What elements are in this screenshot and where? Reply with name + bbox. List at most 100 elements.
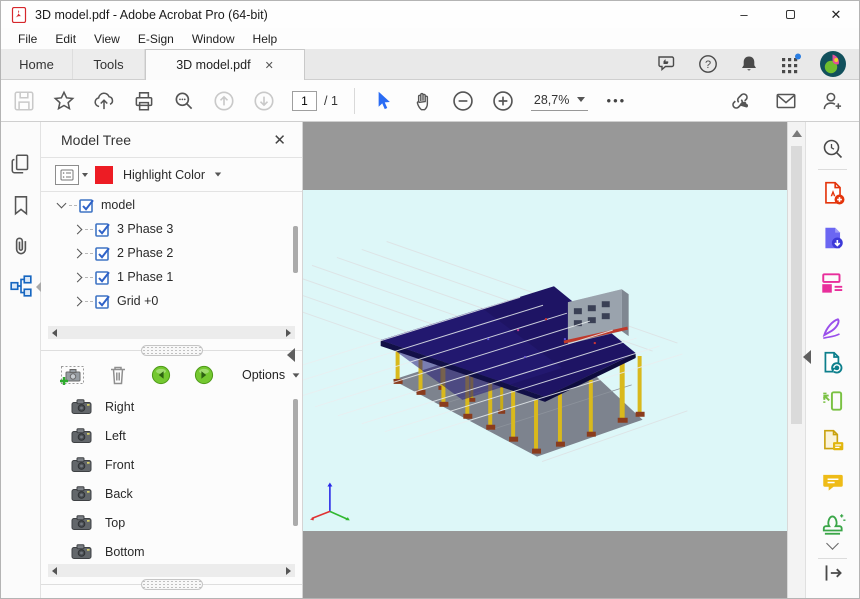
maximize-button[interactable]: [767, 1, 813, 28]
feedback-icon[interactable]: [656, 53, 678, 75]
more-tools-button[interactable]: •••: [604, 89, 628, 113]
tree-item-phase2[interactable]: 2 Phase 2: [41, 241, 302, 265]
tab-document[interactable]: 3D model.pdf ✕: [145, 49, 305, 80]
panel-bottom-splitter[interactable]: [41, 584, 302, 590]
views-horizontal-scrollbar[interactable]: [48, 564, 295, 577]
chevron-down-icon[interactable]: [215, 173, 221, 177]
add-user-button[interactable]: [820, 89, 844, 113]
collapse-left-panel-handle[interactable]: [287, 348, 295, 362]
help-icon[interactable]: ?: [697, 53, 719, 75]
splitter-handle[interactable]: [141, 345, 203, 356]
attachments-paperclip-icon[interactable]: [9, 234, 33, 258]
panel-splitter[interactable]: [41, 350, 302, 356]
tab-close-icon[interactable]: ✕: [265, 59, 274, 72]
panel-close-icon[interactable]: ✕: [273, 131, 286, 149]
notifications-bell-icon[interactable]: [738, 53, 760, 75]
expand-right-panel-handle[interactable]: [803, 350, 811, 364]
tree-item-grid0[interactable]: Grid +0: [41, 289, 302, 313]
checkbox-checked[interactable]: [79, 197, 96, 214]
menu-esign[interactable]: E-Sign: [129, 30, 183, 48]
tab-home[interactable]: Home: [1, 49, 73, 79]
chevron-right-icon[interactable]: [73, 248, 83, 258]
comment-icon[interactable]: [820, 470, 846, 496]
bookmarks-icon[interactable]: [9, 193, 33, 217]
tree-item-model[interactable]: model: [41, 193, 302, 217]
zoom-level-combo[interactable]: 28,7%: [531, 91, 588, 111]
view-item-back[interactable]: Back: [41, 479, 302, 508]
select-tool-button[interactable]: [371, 89, 395, 113]
next-view-button[interactable]: [194, 365, 214, 385]
star-button[interactable]: [52, 89, 76, 113]
more-tools-chevron-icon[interactable]: [826, 537, 839, 550]
scroll-right-icon[interactable]: [286, 329, 291, 337]
tab-tools[interactable]: Tools: [73, 49, 145, 79]
scroll-right-icon[interactable]: [286, 567, 291, 575]
menu-window[interactable]: Window: [183, 30, 244, 48]
previous-page-button[interactable]: [212, 89, 236, 113]
checkbox-checked[interactable]: [95, 245, 112, 262]
scroll-up-icon[interactable]: [792, 130, 802, 137]
view-item-top[interactable]: Top: [41, 508, 302, 537]
tree-item-phase1[interactable]: 1 Phase 1: [41, 265, 302, 289]
view-item-left[interactable]: Left: [41, 421, 302, 450]
delete-view-button[interactable]: [108, 364, 128, 386]
checkbox-checked[interactable]: [95, 293, 112, 310]
search-tools-icon[interactable]: [820, 136, 846, 162]
pdf-3d-canvas[interactable]: [303, 190, 787, 531]
fill-and-sign-icon[interactable]: [820, 315, 846, 341]
search-button[interactable]: [172, 89, 196, 113]
create-pd-icon[interactable]: [820, 180, 846, 206]
chevron-down-icon[interactable]: [82, 173, 88, 177]
page-thumbnails-icon[interactable]: [9, 152, 33, 176]
stamp-icon[interactable]: [820, 511, 846, 537]
chevron-right-icon[interactable]: [73, 296, 83, 306]
save-button[interactable]: [12, 89, 36, 113]
share-button[interactable]: [92, 89, 116, 113]
open-tools-panel-icon[interactable]: [820, 560, 846, 586]
model-tree-icon-selected[interactable]: [9, 274, 33, 298]
menu-view[interactable]: View: [85, 30, 129, 48]
zoom-in-button[interactable]: [491, 89, 515, 113]
crop-pages-icon[interactable]: [820, 388, 846, 414]
chevron-right-icon[interactable]: [73, 272, 83, 282]
scroll-left-icon[interactable]: [52, 567, 57, 575]
request-signatures-icon[interactable]: [820, 428, 846, 454]
view-item-front[interactable]: Front: [41, 450, 302, 479]
view-item-bottom[interactable]: Bottom: [41, 537, 302, 566]
tree-vertical-scrollbar[interactable]: [293, 226, 298, 273]
share-link-button[interactable]: [728, 89, 752, 113]
scroll-left-icon[interactable]: [52, 329, 57, 337]
3d-building-model[interactable]: [303, 190, 787, 531]
new-view-button[interactable]: [58, 364, 85, 387]
tree-horizontal-scrollbar[interactable]: [48, 326, 295, 339]
zoom-out-button[interactable]: [451, 89, 475, 113]
highlight-color-swatch[interactable]: [95, 166, 113, 184]
account-avatar[interactable]: [820, 51, 846, 77]
scrollbar-thumb[interactable]: [791, 146, 802, 424]
next-page-button[interactable]: [252, 89, 276, 113]
splitter-handle[interactable]: [141, 579, 203, 590]
export-pdf-icon[interactable]: [820, 225, 846, 251]
checkbox-checked[interactable]: [95, 269, 112, 286]
edit-pdf-icon[interactable]: [820, 270, 846, 296]
chevron-down-icon[interactable]: [57, 199, 67, 209]
chevron-right-icon[interactable]: [73, 224, 83, 234]
view-item-right[interactable]: Right: [41, 392, 302, 421]
minimize-button[interactable]: –: [721, 1, 767, 28]
close-button[interactable]: ✕: [813, 1, 859, 28]
tree-options-button[interactable]: [55, 165, 79, 185]
views-vertical-scrollbar[interactable]: [293, 399, 298, 526]
email-button[interactable]: [774, 89, 798, 113]
checkbox-checked[interactable]: [95, 221, 112, 238]
print-button[interactable]: [132, 89, 156, 113]
previous-view-button[interactable]: [151, 365, 171, 385]
scan-ocr-icon[interactable]: [820, 350, 846, 376]
apps-grid-icon[interactable]: [779, 53, 801, 75]
page-number-input[interactable]: [292, 91, 317, 111]
views-options-button[interactable]: Options: [242, 368, 300, 382]
menu-file[interactable]: File: [9, 30, 46, 48]
hand-tool-button[interactable]: [411, 89, 435, 113]
menu-help[interactable]: Help: [244, 30, 287, 48]
tree-item-phase3[interactable]: 3 Phase 3: [41, 217, 302, 241]
menu-edit[interactable]: Edit: [46, 30, 85, 48]
